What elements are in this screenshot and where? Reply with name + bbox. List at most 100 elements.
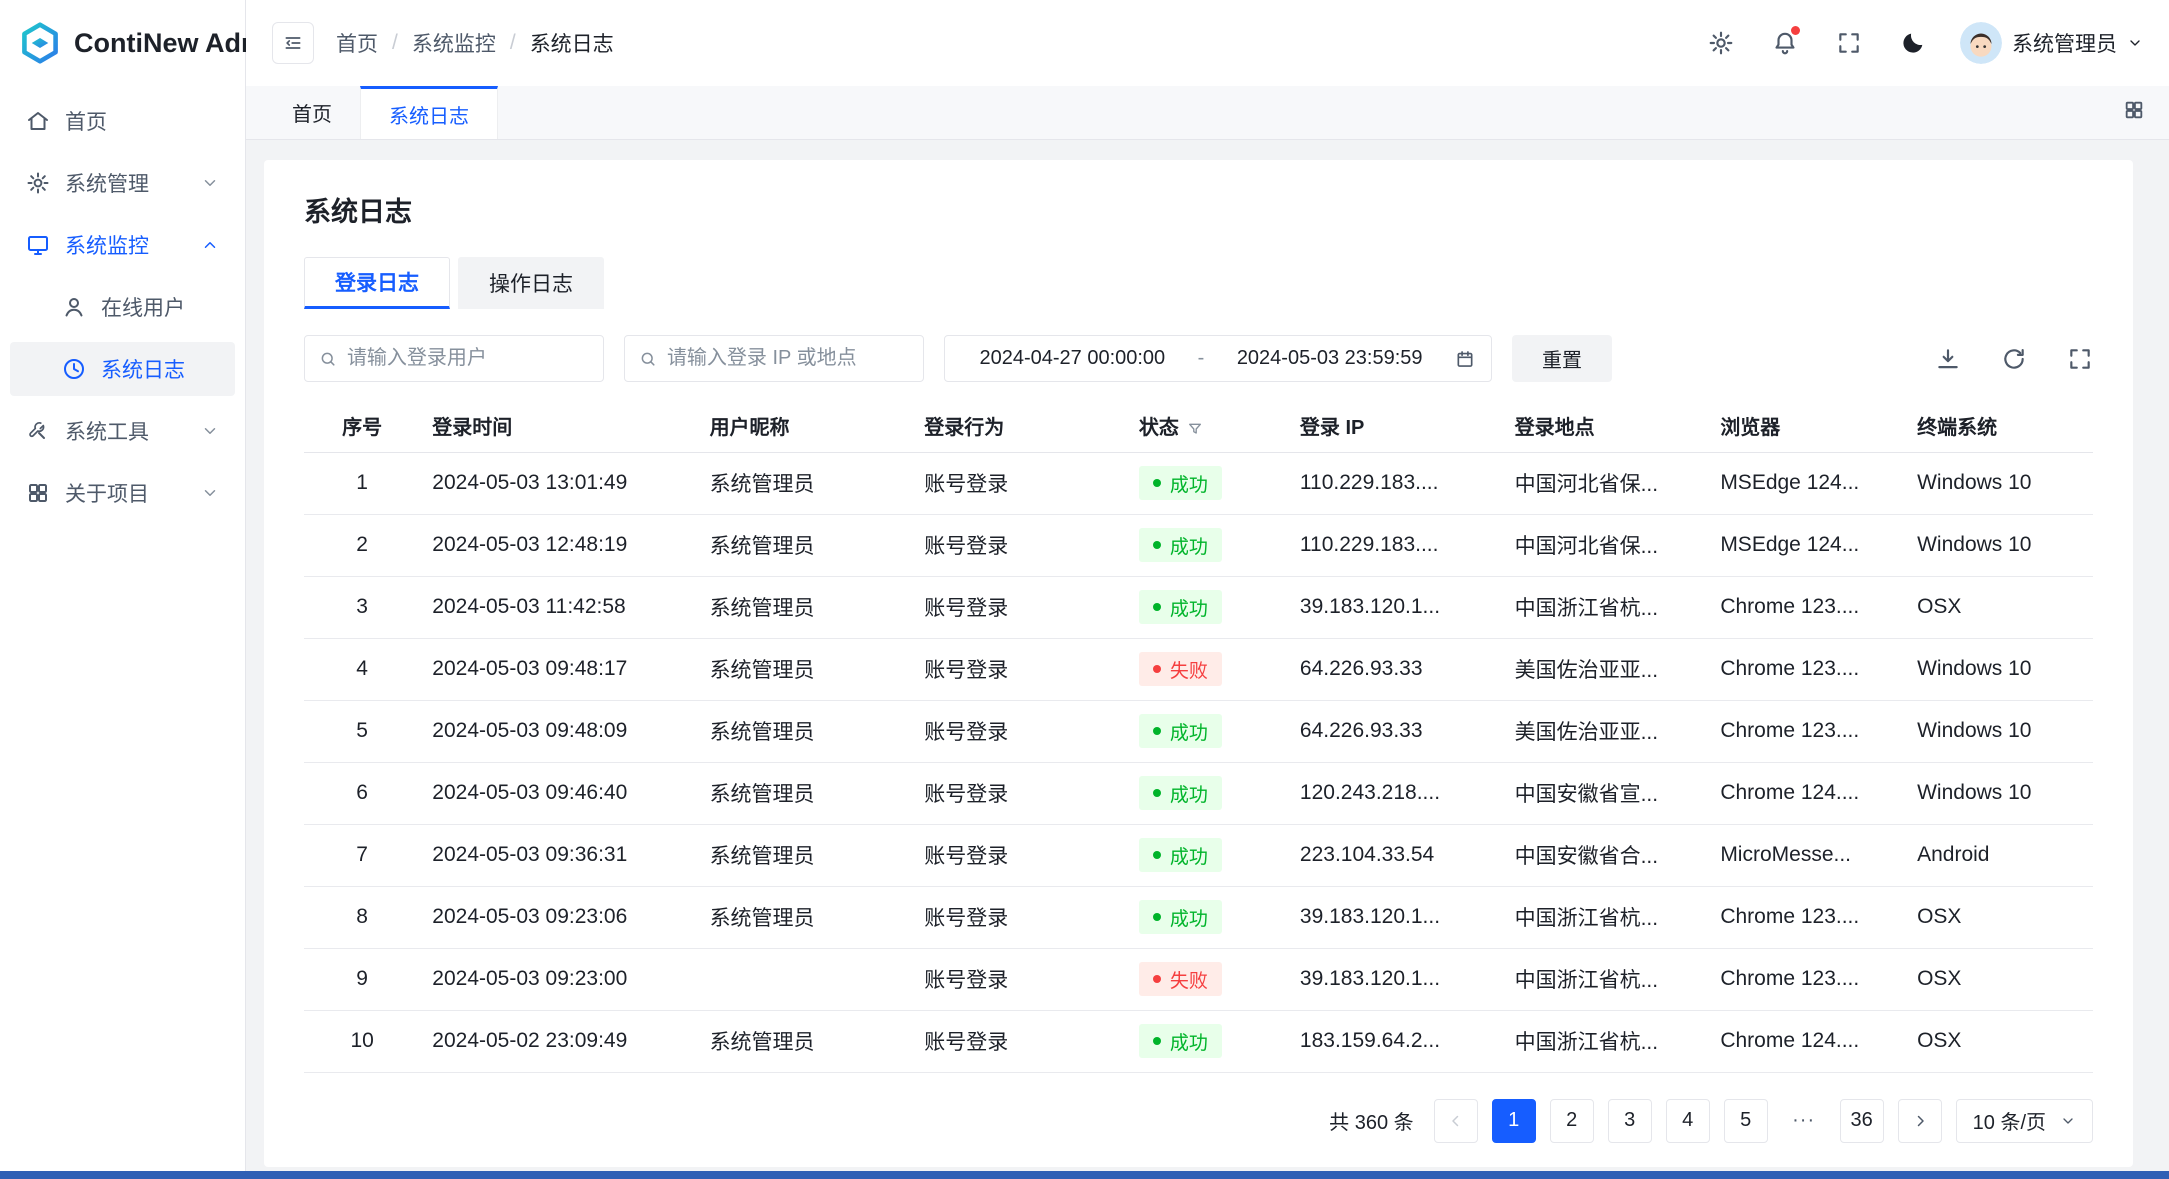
login-ip-input[interactable] <box>667 347 909 370</box>
sidebar-item-about-project[interactable]: 关于项目 <box>10 466 235 520</box>
table-row[interactable]: 12024-05-03 13:01:49系统管理员账号登录成功110.229.1… <box>304 452 2093 514</box>
expand-table-button[interactable] <box>2067 346 2093 372</box>
cell-action: 账号登录 <box>912 700 1127 762</box>
cell-ip: 183.159.64.2... <box>1288 1010 1503 1072</box>
cell-nickname: 系统管理员 <box>698 1010 913 1072</box>
nav-tab-home[interactable]: 首页 <box>264 86 360 139</box>
cell-nickname: 系统管理员 <box>698 452 913 514</box>
dark-mode-button[interactable] <box>1896 26 1930 60</box>
reset-button[interactable]: 重置 <box>1512 335 1612 382</box>
cell-status: 失败 <box>1127 948 1288 1010</box>
chevron-down-icon <box>201 422 219 440</box>
bottom-scrollbar[interactable] <box>0 1171 2169 1179</box>
table-header-row: 序号 登录时间 用户昵称 登录行为 状态 登录 IP 登录地点 浏览器 终端系统 <box>304 400 2093 452</box>
cell-location: 美国佐治亚亚... <box>1503 700 1709 762</box>
table-row[interactable]: 22024-05-03 12:48:19系统管理员账号登录成功110.229.1… <box>304 514 2093 576</box>
cell-login-time: 2024-05-03 09:36:31 <box>420 824 697 886</box>
sidebar-item-home[interactable]: 首页 <box>10 94 235 148</box>
brand[interactable]: ContiNew Admin <box>0 0 245 86</box>
table-row[interactable]: 82024-05-03 09:23:06系统管理员账号登录成功39.183.12… <box>304 886 2093 948</box>
refresh-button[interactable] <box>2001 346 2027 372</box>
col-index: 序号 <box>304 400 420 452</box>
username: 系统管理员 <box>2012 28 2117 58</box>
pagination-prev-button[interactable] <box>1434 1099 1478 1143</box>
cell-nickname: 系统管理员 <box>698 886 913 948</box>
tab-login-log[interactable]: 登录日志 <box>304 257 450 309</box>
nav-tabs-bar: 首页 系统日志 <box>246 86 2169 140</box>
sidebar-item-system-monitor[interactable]: 系统监控 <box>10 218 235 272</box>
table-row[interactable]: 62024-05-03 09:46:40系统管理员账号登录成功120.243.2… <box>304 762 2093 824</box>
pagination-page-3[interactable]: 3 <box>1608 1099 1652 1143</box>
tab-operation-log[interactable]: 操作日志 <box>458 257 604 309</box>
login-user-input[interactable] <box>347 347 589 370</box>
pagination-ellipsis[interactable]: ··· <box>1782 1099 1826 1143</box>
sidebar-item-system-management[interactable]: 系统管理 <box>10 156 235 210</box>
pagination-pages: 12345 ··· 36 <box>1492 1099 1884 1143</box>
pagination-page-1[interactable]: 1 <box>1492 1099 1536 1143</box>
pagination-page-5[interactable]: 5 <box>1724 1099 1768 1143</box>
cell-browser: Chrome 123.... <box>1708 700 1905 762</box>
pagination-page-4[interactable]: 4 <box>1666 1099 1710 1143</box>
sidebar-item-online-users[interactable]: 在线用户 <box>10 280 235 334</box>
notifications-button[interactable] <box>1768 26 1802 60</box>
breadcrumb-item[interactable]: 首页 <box>336 28 378 58</box>
apps-icon <box>26 481 50 505</box>
table-row[interactable]: 52024-05-03 09:48:09系统管理员账号登录成功64.226.93… <box>304 700 2093 762</box>
date-range-picker[interactable]: 2024-04-27 00:00:00 - 2024-05-03 23:59:5… <box>944 335 1492 382</box>
table-row[interactable]: 42024-05-03 09:48:17系统管理员账号登录失败64.226.93… <box>304 638 2093 700</box>
sidebar-collapse-button[interactable] <box>272 22 314 64</box>
nav-tab-system-logs[interactable]: 系统日志 <box>360 86 498 139</box>
cell-os: Android <box>1905 824 2093 886</box>
cell-action: 账号登录 <box>912 948 1127 1010</box>
cell-nickname: 系统管理员 <box>698 762 913 824</box>
cell-login-time: 2024-05-03 09:23:00 <box>420 948 697 1010</box>
page-size-select[interactable]: 10 条/页 <box>1956 1099 2093 1143</box>
settings-button[interactable] <box>1704 26 1738 60</box>
breadcrumb-separator: / <box>392 31 398 55</box>
table-row[interactable]: 92024-05-03 09:23:00账号登录失败39.183.120.1..… <box>304 948 2093 1010</box>
cell-ip: 39.183.120.1... <box>1288 886 1503 948</box>
cell-action: 账号登录 <box>912 576 1127 638</box>
login-user-search[interactable] <box>304 335 604 382</box>
pagination-page-2[interactable]: 2 <box>1550 1099 1594 1143</box>
login-ip-search[interactable] <box>624 335 924 382</box>
sidebar-item-system-logs[interactable]: 系统日志 <box>10 342 235 396</box>
cell-os: Windows 10 <box>1905 638 2093 700</box>
filter-icon[interactable] <box>1187 421 1203 437</box>
breadcrumb-item-current: 系统日志 <box>530 28 614 58</box>
page-size-value: 10 条/页 <box>1973 1106 2046 1135</box>
cell-os: Windows 10 <box>1905 700 2093 762</box>
export-button[interactable] <box>1935 346 1961 372</box>
fullscreen-button[interactable] <box>1832 26 1866 60</box>
col-os: 终端系统 <box>1905 400 2093 452</box>
breadcrumb-item[interactable]: 系统监控 <box>412 28 496 58</box>
tab-label: 操作日志 <box>489 268 573 298</box>
cell-ip: 120.243.218.... <box>1288 762 1503 824</box>
chevron-down-icon <box>201 484 219 502</box>
sidebar-menu: 首页 系统管理 系统监控 在线用户 系统日志 <box>0 86 245 536</box>
table-row[interactable]: 72024-05-03 09:36:31系统管理员账号登录成功223.104.3… <box>304 824 2093 886</box>
cell-browser: Chrome 123.... <box>1708 886 1905 948</box>
status-dot <box>1153 727 1161 735</box>
user-icon <box>62 295 86 319</box>
tab-list-button[interactable] <box>2123 99 2145 127</box>
pagination-next-button[interactable] <box>1898 1099 1942 1143</box>
fullscreen-icon <box>1836 30 1862 56</box>
status-badge: 成功 <box>1139 528 1222 562</box>
pagination-page-36[interactable]: 36 <box>1840 1099 1884 1143</box>
sidebar-item-label: 首页 <box>65 106 219 136</box>
col-action: 登录行为 <box>912 400 1127 452</box>
app-window: ContiNew Admin 首页 系统管理 系统监控 在线用户 <box>0 0 2169 1179</box>
sidebar-item-system-tools[interactable]: 系统工具 <box>10 404 235 458</box>
topbar: 首页 / 系统监控 / 系统日志 <box>246 0 2169 86</box>
user-menu[interactable]: 系统管理员 <box>1960 22 2143 64</box>
cell-ip: 64.226.93.33 <box>1288 638 1503 700</box>
cell-action: 账号登录 <box>912 824 1127 886</box>
table-row[interactable]: 32024-05-03 11:42:58系统管理员账号登录成功39.183.12… <box>304 576 2093 638</box>
cell-os: Windows 10 <box>1905 762 2093 824</box>
table-row[interactable]: 102024-05-02 23:09:49系统管理员账号登录成功183.159.… <box>304 1010 2093 1072</box>
cell-login-time: 2024-05-03 09:48:17 <box>420 638 697 700</box>
table-actions <box>1935 346 2093 372</box>
system-log-card: 系统日志 登录日志 操作日志 <box>264 160 2133 1167</box>
sidebar-item-label: 系统日志 <box>101 354 219 384</box>
